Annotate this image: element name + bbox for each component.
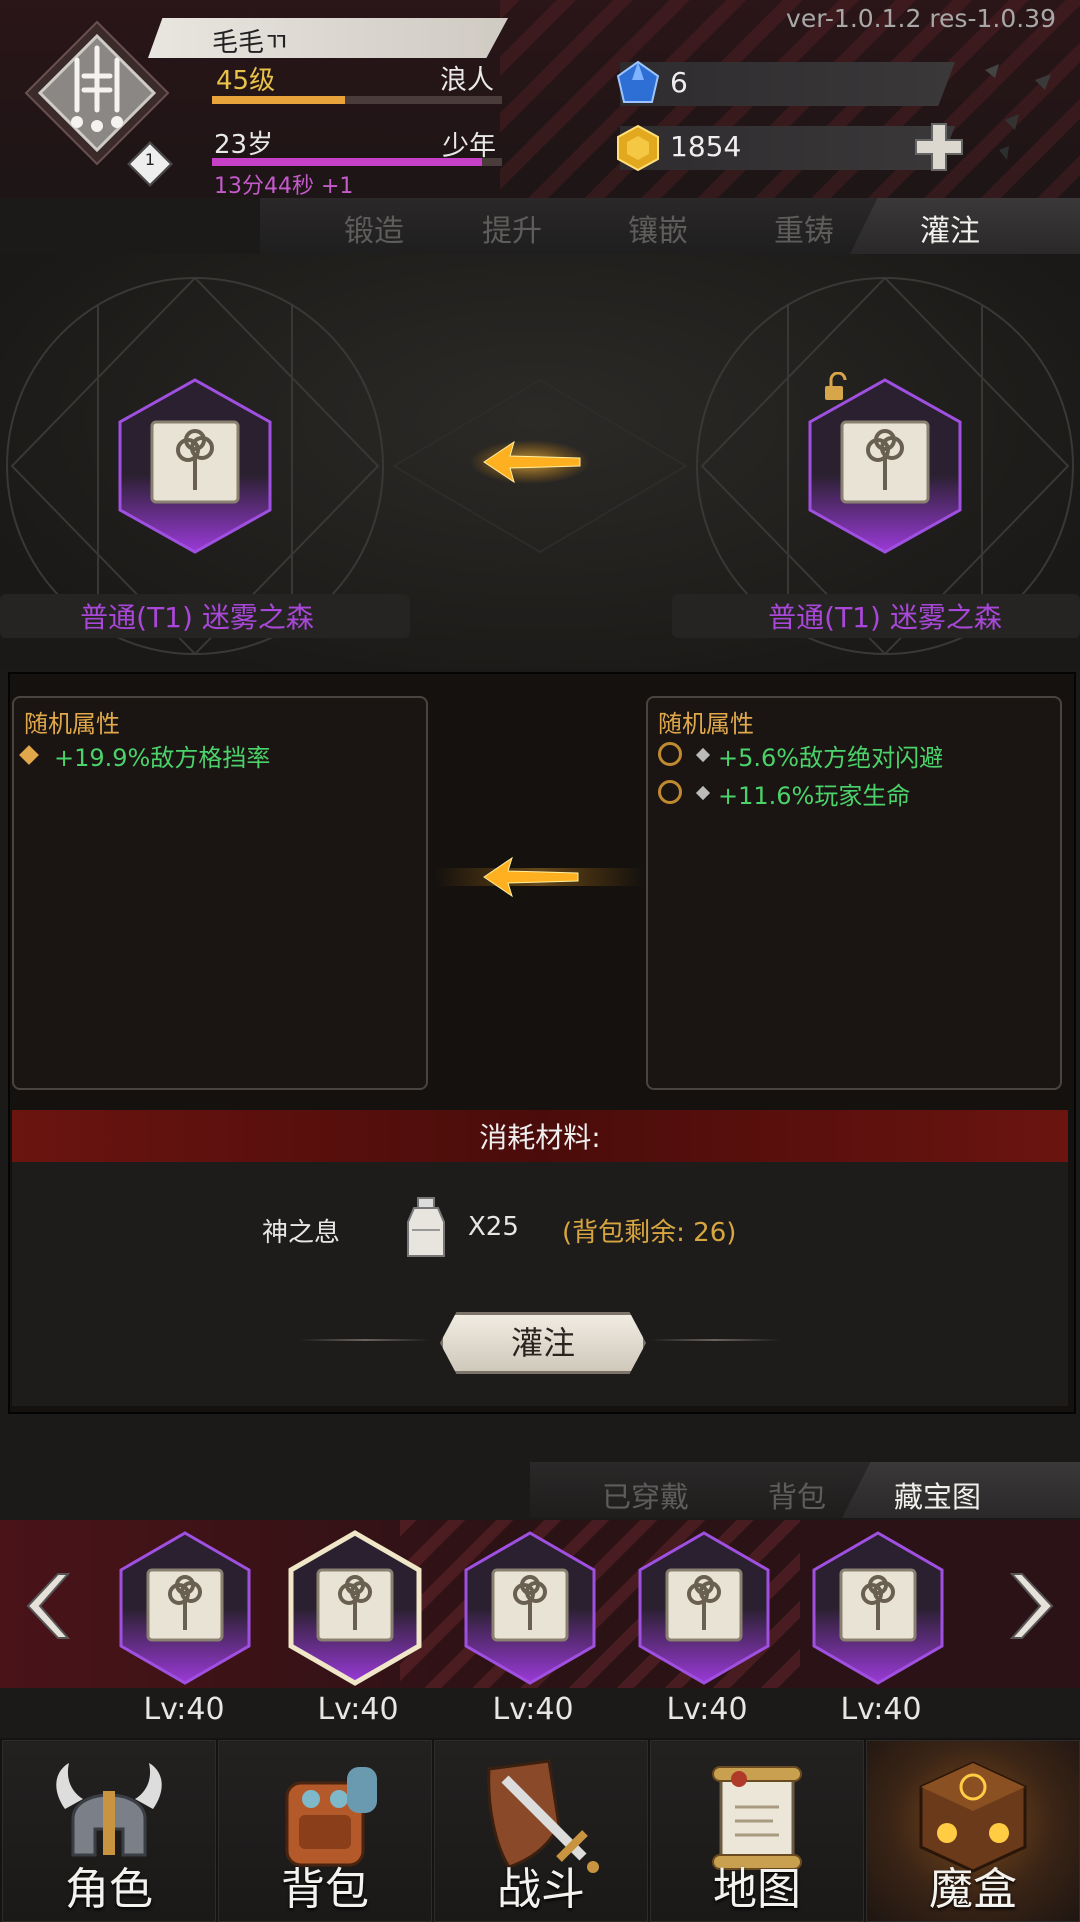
- source-attribute-line: +19.9%敌方格挡率: [54, 744, 271, 772]
- target-attribute-line: +11.6%玩家生命: [718, 782, 911, 810]
- treasure-map-icon: [464, 1531, 596, 1685]
- target-item-name: 普通(T1) 迷雾之森: [768, 601, 1002, 634]
- treasure-map-icon: [119, 1531, 251, 1685]
- gold-count: 1854: [670, 130, 742, 163]
- tab-bag[interactable]: 背包: [768, 1474, 826, 1516]
- chevron-right-icon[interactable]: [1008, 1570, 1062, 1642]
- chevron-left-icon[interactable]: [18, 1570, 72, 1642]
- tab-reforge[interactable]: 重铸: [774, 206, 834, 250]
- plus-icon: [915, 123, 963, 171]
- target-attribute-line: +5.6%敌方绝对闪避: [718, 744, 944, 772]
- item-level: Lv:40: [840, 1692, 922, 1727]
- player-badge-number: 1: [144, 150, 156, 169]
- target-item-slot[interactable]: [808, 378, 962, 558]
- nav-label: 地图: [713, 1864, 801, 1915]
- tab-treasure-maps[interactable]: 藏宝图: [894, 1474, 981, 1516]
- material-remaining: (背包剩余: 26): [562, 1218, 737, 1248]
- nav-character[interactable]: 角色: [2, 1740, 216, 1922]
- level-progress-bar: [212, 96, 502, 104]
- gem-count: 6: [670, 66, 688, 99]
- version-label: ver-1.0.1.2 res-1.0.39: [786, 4, 1056, 33]
- attribute-lock-toggle[interactable]: [658, 780, 682, 804]
- treasure-map-icon: [288, 1530, 422, 1686]
- tab-infuse[interactable]: 灌注: [920, 206, 980, 250]
- infuse-button[interactable]: 灌注: [440, 1312, 646, 1374]
- potion-bottle-icon: [407, 1197, 445, 1257]
- unlock-icon: [825, 372, 847, 400]
- inventory-item-slot[interactable]: [288, 1530, 422, 1690]
- item-level: Lv:40: [317, 1692, 399, 1727]
- nav-label: 魔盒: [929, 1864, 1017, 1915]
- nav-bag[interactable]: 背包: [218, 1740, 432, 1922]
- inventory-item-slot[interactable]: [463, 1530, 597, 1690]
- player-level: 45级: [216, 66, 276, 96]
- left-arrow-icon: [470, 440, 590, 484]
- inventory-item-slot[interactable]: [811, 1530, 945, 1690]
- age-progress-bar: [212, 158, 502, 166]
- inventory-item-slot[interactable]: [637, 1530, 771, 1690]
- tab-forge[interactable]: 锻造: [344, 206, 404, 250]
- name-plate: [148, 18, 508, 58]
- target-attributes-title: 随机属性: [658, 710, 754, 738]
- source-attributes-title: 随机属性: [24, 710, 120, 738]
- button-ornament-line: [650, 1339, 780, 1341]
- age-progress-fill: [212, 158, 482, 166]
- inventory-item-slot[interactable]: [118, 1530, 252, 1690]
- nav-map[interactable]: 地图: [650, 1740, 864, 1922]
- material-name: 神之息: [262, 1218, 341, 1248]
- gold-coin-icon: [614, 124, 662, 176]
- attribute-lock-toggle[interactable]: [658, 742, 682, 766]
- nav-label: 战斗: [497, 1864, 585, 1915]
- nav-battle[interactable]: 战斗: [434, 1740, 648, 1922]
- item-level: Lv:40: [492, 1692, 574, 1727]
- tab-upgrade[interactable]: 提升: [482, 206, 542, 250]
- material-quantity: X25: [468, 1212, 519, 1242]
- left-arrow-icon: [434, 856, 644, 898]
- add-currency-button[interactable]: [912, 120, 966, 174]
- item-level: Lv:40: [666, 1692, 748, 1727]
- player-age: 23岁: [214, 130, 274, 160]
- button-ornament-line: [300, 1339, 430, 1341]
- treasure-map-icon: [808, 378, 962, 554]
- tab-inlay[interactable]: 镶嵌: [628, 206, 688, 250]
- nav-label: 背包: [281, 1864, 369, 1915]
- cost-title: 消耗材料:: [479, 1121, 601, 1154]
- player-name: 毛毛ㄲ: [212, 28, 288, 58]
- nav-label: 角色: [65, 1864, 153, 1915]
- nav-magic-box[interactable]: 魔盒: [866, 1740, 1080, 1922]
- source-item-name: 普通(T1) 迷雾之森: [80, 601, 314, 634]
- age-timer: 13分44秒 +1: [214, 174, 354, 199]
- treasure-map-icon: [118, 378, 272, 554]
- shard-decoration: [985, 64, 1051, 160]
- treasure-map-icon: [812, 1531, 944, 1685]
- item-level: Lv:40: [143, 1692, 225, 1727]
- blue-gem-icon: [614, 60, 662, 112]
- tab-equipped[interactable]: 已穿戴: [602, 1474, 689, 1516]
- level-progress-fill: [212, 96, 346, 104]
- source-item-slot[interactable]: [118, 378, 272, 558]
- treasure-map-icon: [638, 1531, 770, 1685]
- player-class: 浪人: [440, 65, 494, 96]
